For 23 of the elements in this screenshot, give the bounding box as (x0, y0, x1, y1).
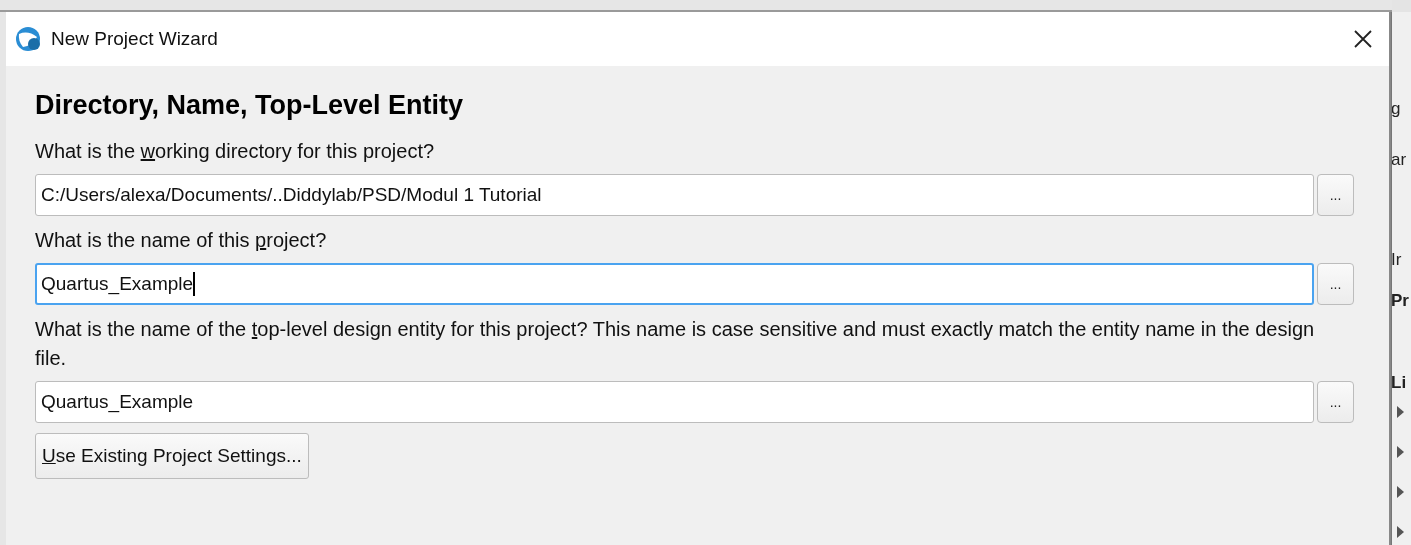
expand-arrow-icon[interactable] (1397, 526, 1404, 538)
field-label: What is the name of this project? (35, 228, 328, 253)
text-field[interactable]: Quartus_Example (35, 263, 1314, 305)
background-text: g (1392, 100, 1402, 118)
background-text: Li (1392, 374, 1408, 392)
expand-arrow-icon[interactable] (1397, 486, 1404, 498)
field-label: What is the working directory for this project? (35, 139, 436, 164)
text-field[interactable]: Quartus_Example (35, 381, 1314, 423)
field-label: What is the name of the top-level design entity for this project? This name is case sensitive and must exactly match the entity name in the design file. (35, 317, 1316, 371)
use-existing-settings-button[interactable]: Use Existing Project Settings... (35, 433, 309, 479)
browse-button[interactable]: ... (1317, 263, 1354, 305)
browse-button[interactable]: ... (1317, 174, 1354, 216)
background-text: ar (1392, 151, 1408, 169)
browse-button[interactable]: ... (1317, 381, 1354, 423)
expand-arrow-icon[interactable] (1397, 406, 1404, 418)
page-heading: Directory, Name, Top-Level Entity (35, 90, 465, 121)
background-text: Ir (1392, 251, 1403, 269)
expand-arrow-icon[interactable] (1397, 446, 1404, 458)
globe-icon (15, 25, 42, 53)
close-icon[interactable] (1353, 29, 1373, 49)
window-title: New Project Wizard (51, 28, 218, 50)
background-text: Pr (1392, 292, 1410, 310)
text-field[interactable]: C:/Users/alexa/Documents/..Diddylab/PSD/Modul 1 Tutorial (35, 174, 1314, 216)
